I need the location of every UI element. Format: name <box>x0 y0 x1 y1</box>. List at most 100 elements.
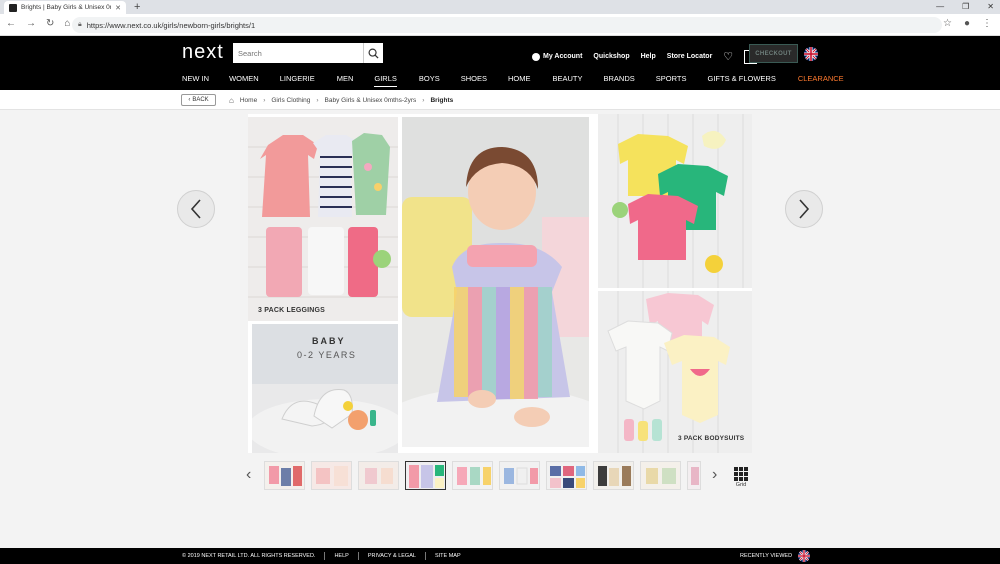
nav-clearance[interactable]: CLEARANCE <box>798 74 844 83</box>
thumbnail-strip: ‹ › Grid <box>246 461 752 491</box>
nav-brands[interactable]: BRANDS <box>604 74 635 83</box>
help-link[interactable]: Help <box>641 53 656 60</box>
nav-shoes[interactable]: SHOES <box>461 74 487 83</box>
minimize-icon[interactable]: — <box>936 0 944 14</box>
nav-men[interactable]: MEN <box>337 74 354 83</box>
home-icon[interactable]: ⌂ <box>64 18 70 29</box>
window-controls: — ❐ ✕ <box>936 0 994 14</box>
nav-beauty[interactable]: BEAUTY <box>553 74 583 83</box>
footer-privacy-link[interactable]: PRIVACY & LEGAL <box>359 552 426 560</box>
thumbnail-1[interactable] <box>264 461 305 490</box>
nav-new-in[interactable]: NEW IN <box>182 74 209 83</box>
site-header: next My Account Quickshop Help Store Loc… <box>0 36 1000 90</box>
nav-boys[interactable]: BOYS <box>419 74 440 83</box>
url-text: https://www.next.co.uk/girls/newborn-gir… <box>86 20 256 30</box>
breadcrumb-girls-clothing[interactable]: Girls Clothing <box>271 97 310 104</box>
thumbnail-4-active[interactable] <box>405 461 446 490</box>
thumbnail-8[interactable] <box>593 461 634 490</box>
thumbnail-5[interactable] <box>452 461 493 490</box>
footer-links: © 2019 NEXT RETAIL LTD. ALL RIGHTS RESER… <box>182 552 470 560</box>
chevron-right-icon <box>799 199 810 219</box>
baby-shoes-image[interactable]: BABY 0-2 YEARS <box>252 324 398 453</box>
footer-sitemap-link[interactable]: SITE MAP <box>426 552 470 560</box>
previous-slide-button[interactable] <box>177 190 215 228</box>
thumbnail-9[interactable] <box>640 461 681 490</box>
leggings-label: 3 PACK LEGGINGS <box>258 307 326 314</box>
thumbnail-7[interactable] <box>546 461 587 490</box>
thumbnail-list <box>264 461 701 490</box>
chevron-right-icon: › <box>263 97 266 104</box>
baby-label: BABY <box>312 336 346 346</box>
footer-copyright: © 2019 NEXT RETAIL LTD. ALL RIGHTS RESER… <box>182 552 326 560</box>
search-icon <box>368 48 379 59</box>
search-button[interactable] <box>363 43 383 63</box>
next-favicon-icon <box>9 3 17 12</box>
baby-dress-image[interactable] <box>402 117 589 447</box>
menu-dots-icon[interactable]: ⋮ <box>982 18 992 29</box>
cardigans-image[interactable] <box>598 114 752 288</box>
leggings-image[interactable]: 3 PACK LEGGINGS <box>248 117 398 321</box>
next-logo[interactable]: next <box>182 41 224 64</box>
star-icon[interactable]: ☆ <box>943 18 952 29</box>
grid-label: Grid <box>735 482 747 488</box>
site-footer: © 2019 NEXT RETAIL LTD. ALL RIGHTS RESER… <box>0 548 1000 564</box>
new-tab-icon[interactable]: + <box>134 0 140 14</box>
back-arrow-icon[interactable]: ← <box>6 18 16 29</box>
breadcrumb-bar: ‹ BACK ⌂ Home › Girls Clothing › Baby Gi… <box>0 90 1000 110</box>
thumb-prev-chevron-icon[interactable]: ‹ <box>246 466 251 484</box>
browser-tab[interactable]: Brights | Baby Girls & Unisex 0mt ✕ <box>4 1 126 14</box>
home-icon[interactable]: ⌂ <box>229 96 234 105</box>
back-button[interactable]: ‹ BACK <box>181 94 216 106</box>
next-slide-button[interactable] <box>785 190 823 228</box>
my-account-link[interactable]: My Account <box>532 52 582 61</box>
age-label: 0-2 YEARS <box>297 350 357 360</box>
quickshop-link[interactable]: Quickshop <box>593 53 629 60</box>
tab-title: Brights | Baby Girls & Unisex 0mt <box>21 4 112 11</box>
utility-links: My Account Quickshop Help Store Locator … <box>532 49 758 64</box>
thumbnail-6[interactable] <box>499 461 540 490</box>
breadcrumb-baby-girls[interactable]: Baby Girls & Unisex 0mths-2yrs <box>325 97 417 104</box>
nav-lingerie[interactable]: LINGERIE <box>280 74 315 83</box>
nav-girls[interactable]: GIRLS <box>374 74 397 87</box>
bodysuits-label: 3 PACK BODYSUITS <box>678 435 745 442</box>
uk-flag-icon[interactable] <box>804 47 818 61</box>
grid-view-button[interactable]: Grid <box>734 467 748 488</box>
thumb-next-chevron-icon[interactable]: › <box>712 466 717 484</box>
footer-help-link[interactable]: HELP <box>325 552 359 560</box>
favourites-heart-icon[interactable]: ♡ <box>723 50 733 63</box>
account-icon <box>532 52 540 61</box>
uk-flag-icon[interactable] <box>798 550 811 562</box>
nav-gifts-flowers[interactable]: GIFTS & FLOWERS <box>707 74 775 83</box>
chevron-left-icon: ‹ <box>188 97 191 103</box>
breadcrumb-current: Brights <box>430 97 454 104</box>
nav-home[interactable]: HOME <box>508 74 531 83</box>
main-nav: NEW IN WOMEN LINGERIE MEN GIRLS BOYS SHO… <box>182 74 844 87</box>
close-icon[interactable]: ✕ <box>115 4 121 12</box>
bodysuits-image[interactable]: 3 PACK BODYSUITS <box>598 291 752 453</box>
browser-tabbar: Brights | Baby Girls & Unisex 0mt ✕ + — … <box>0 0 1000 14</box>
forward-arrow-icon[interactable]: → <box>26 18 36 29</box>
breadcrumb-home[interactable]: Home <box>240 97 257 104</box>
recently-viewed-link[interactable]: RECENTLY VIEWED <box>740 553 792 559</box>
browser-nav: ← → ↻ ⌂ <box>6 18 70 29</box>
grid-icon <box>734 467 748 481</box>
store-locator-link[interactable]: Store Locator <box>667 53 713 60</box>
thumbnail-3[interactable] <box>358 461 399 490</box>
profile-icon[interactable]: ● <box>964 18 970 29</box>
url-field[interactable]: 🔒︎ https://www.next.co.uk/girls/newborn-… <box>72 17 942 33</box>
restore-icon[interactable]: ❐ <box>962 0 969 14</box>
window-close-icon[interactable]: ✕ <box>987 0 994 14</box>
nav-women[interactable]: WOMEN <box>229 74 259 83</box>
checkout-button[interactable]: CHECKOUT <box>749 44 798 63</box>
browser-actions: ☆ ● ⋮ <box>943 18 992 29</box>
hero-gallery: 3 PACK LEGGINGS BABY 0-2 YEARS 3 PACK BO… <box>248 114 752 453</box>
thumbnail-2[interactable] <box>311 461 352 490</box>
chevron-right-icon: › <box>422 97 425 104</box>
chevron-left-icon <box>190 199 201 219</box>
nav-sports[interactable]: SPORTS <box>656 74 687 83</box>
thumbnail-10-partial[interactable] <box>687 461 701 490</box>
search-input[interactable] <box>233 43 363 63</box>
reload-icon[interactable]: ↻ <box>46 18 54 29</box>
breadcrumb: ⌂ Home › Girls Clothing › Baby Girls & U… <box>229 96 453 105</box>
browser-address-bar: ← → ↻ ⌂ 🔒︎ https://www.next.co.uk/girls/… <box>0 14 1000 36</box>
